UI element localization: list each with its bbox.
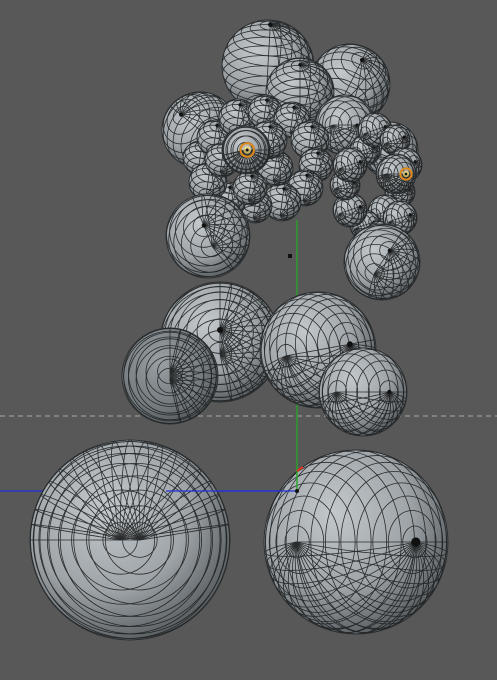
origin-marker-icon[interactable]	[288, 254, 292, 258]
3d-viewport[interactable]	[0, 0, 497, 680]
base-sphere-right	[263, 449, 449, 635]
body-sphere	[318, 347, 408, 437]
axis-gizmo-icon[interactable]	[295, 489, 299, 493]
sphere-layer	[29, 94, 449, 641]
body-sphere-dark	[121, 327, 219, 425]
base-sphere-left	[29, 439, 231, 641]
scene-canvas[interactable]	[0, 0, 497, 680]
left-eye-sphere	[221, 125, 271, 175]
right-eye-sphere	[375, 153, 417, 195]
